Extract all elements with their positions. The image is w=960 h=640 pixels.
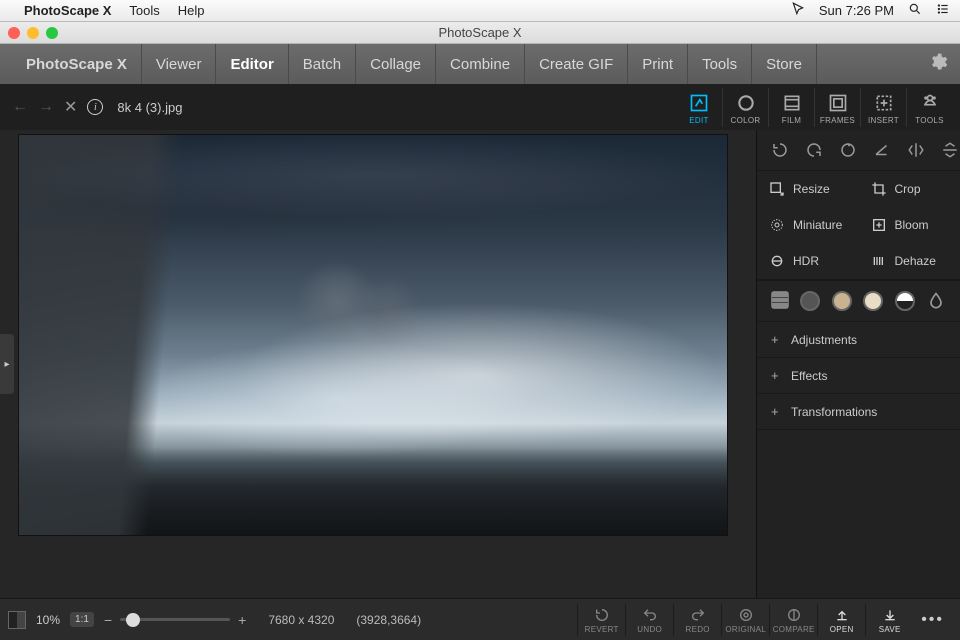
menubar-app[interactable]: PhotoScape X <box>24 3 111 18</box>
tab-editor[interactable]: Editor <box>216 44 288 84</box>
workspace: ▸ Resize Crop Miniature Bloom HDR Dehaze <box>0 130 960 598</box>
tool-miniature[interactable]: Miniature <box>757 207 859 243</box>
nav-close-icon[interactable]: ✕ <box>64 97 77 117</box>
redo-icon <box>674 606 721 624</box>
swatch-split[interactable] <box>895 291 915 311</box>
settings-gear-icon[interactable] <box>928 52 948 77</box>
btn-revert[interactable]: REVERT <box>577 604 625 636</box>
tab-photoscape[interactable]: PhotoScape X <box>12 44 142 84</box>
frames-icon <box>815 92 860 114</box>
tab-batch[interactable]: Batch <box>289 44 356 84</box>
btn-original[interactable]: ORIGINAL <box>721 604 769 636</box>
tooltab-frames[interactable]: FRAMES <box>814 88 860 127</box>
flip-horizontal-icon[interactable] <box>907 140 925 160</box>
tooltab-color[interactable]: COLOR <box>722 88 768 127</box>
rotate-cw-icon[interactable] <box>805 140 823 160</box>
flip-vertical-icon[interactable] <box>941 140 959 160</box>
btn-redo[interactable]: REDO <box>673 604 721 636</box>
save-icon <box>866 606 913 624</box>
macos-menubar: PhotoScape X Tools Help Sun 7:26 PM <box>0 0 960 22</box>
insert-icon <box>861 92 906 114</box>
tab-create-gif[interactable]: Create GIF <box>525 44 628 84</box>
section-transformations[interactable]: +Transformations <box>757 394 960 430</box>
swatch-gray[interactable] <box>800 291 820 311</box>
color-icon <box>723 92 768 114</box>
nav-back-icon[interactable]: ← <box>12 98 28 116</box>
sidebar-expand-handle[interactable]: ▸ <box>0 334 14 394</box>
tooltab-film[interactable]: FILM <box>768 88 814 127</box>
tab-print[interactable]: Print <box>628 44 688 84</box>
zoom-in-icon[interactable]: + <box>238 612 246 628</box>
tools-icon <box>907 92 952 114</box>
menubar-clock[interactable]: Sun 7:26 PM <box>819 3 894 18</box>
compare-icon <box>770 606 817 624</box>
btn-compare[interactable]: COMPARE <box>769 604 817 636</box>
original-icon <box>722 606 769 624</box>
btn-more[interactable]: ••• <box>913 611 952 629</box>
zoom-slider-knob[interactable] <box>126 613 140 627</box>
tab-viewer[interactable]: Viewer <box>142 44 217 84</box>
window-title: PhotoScape X <box>0 25 960 40</box>
nav-forward-icon[interactable]: → <box>38 98 54 116</box>
zoom-percent[interactable]: 10% <box>36 613 60 627</box>
info-icon[interactable]: i <box>87 99 103 115</box>
edit-icon <box>676 92 722 114</box>
cursor-icon[interactable] <box>791 2 805 19</box>
revert-icon <box>578 606 625 624</box>
plus-icon: + <box>771 404 781 419</box>
btn-open[interactable]: OPEN <box>817 604 865 636</box>
window-titlebar: PhotoScape X <box>0 22 960 44</box>
tooltab-edit[interactable]: EDIT <box>676 88 722 127</box>
section-adjustments[interactable]: +Adjustments <box>757 322 960 358</box>
swatch-tan[interactable] <box>832 291 852 311</box>
menubar-tools[interactable]: Tools <box>129 3 159 18</box>
file-toolbar: ← → ✕ i 8k 4 (3).jpg EDIT COLOR FILM FRA… <box>0 84 960 130</box>
plus-icon: + <box>771 332 781 347</box>
cursor-coords: (3928,3664) <box>356 613 421 627</box>
tool-hdr[interactable]: HDR <box>757 243 859 279</box>
zoom-out-icon[interactable]: − <box>104 612 112 628</box>
rotate-ccw-icon[interactable] <box>771 140 789 160</box>
film-icon <box>769 92 814 114</box>
zoom-slider[interactable] <box>120 618 230 621</box>
menu-list-icon[interactable] <box>936 2 950 19</box>
swatch-list-icon[interactable] <box>771 291 789 309</box>
btn-undo[interactable]: UNDO <box>625 604 673 636</box>
tooltab-tools[interactable]: TOOLS <box>906 88 952 127</box>
canvas-image[interactable] <box>18 134 728 536</box>
preset-swatch-row <box>757 280 960 322</box>
tab-store[interactable]: Store <box>752 44 817 84</box>
tool-crop[interactable]: Crop <box>859 171 960 207</box>
right-panel: Resize Crop Miniature Bloom HDR Dehaze +… <box>756 130 960 598</box>
tool-resize[interactable]: Resize <box>757 171 859 207</box>
tab-collage[interactable]: Collage <box>356 44 436 84</box>
open-icon <box>818 606 865 624</box>
compare-split-icon[interactable] <box>8 611 26 629</box>
zoom-fit-button[interactable]: 1:1 <box>70 612 94 627</box>
tab-combine[interactable]: Combine <box>436 44 525 84</box>
section-effects[interactable]: +Effects <box>757 358 960 394</box>
tool-dehaze[interactable]: Dehaze <box>859 243 960 279</box>
tab-tools[interactable]: Tools <box>688 44 752 84</box>
btn-save[interactable]: SAVE <box>865 604 913 636</box>
rotate-arbitrary-icon[interactable] <box>839 140 857 160</box>
tool-bloom[interactable]: Bloom <box>859 207 960 243</box>
plus-icon: + <box>771 368 781 383</box>
canvas-area[interactable] <box>0 130 756 598</box>
bottom-toolbar: 10% 1:1 − + 7680 x 4320 (3928,3664) REVE… <box>0 598 960 640</box>
spotlight-icon[interactable] <box>908 2 922 19</box>
menubar-help[interactable]: Help <box>178 3 205 18</box>
main-tab-bar: PhotoScape X Viewer Editor Batch Collage… <box>0 44 960 84</box>
swatch-cream[interactable] <box>863 291 883 311</box>
tooltab-insert[interactable]: INSERT <box>860 88 906 127</box>
image-dimensions: 7680 x 4320 <box>268 613 334 627</box>
swatch-droplet-icon[interactable] <box>926 291 946 311</box>
filename-label: 8k 4 (3).jpg <box>117 100 182 115</box>
undo-icon <box>626 606 673 624</box>
straighten-icon[interactable] <box>873 140 891 160</box>
